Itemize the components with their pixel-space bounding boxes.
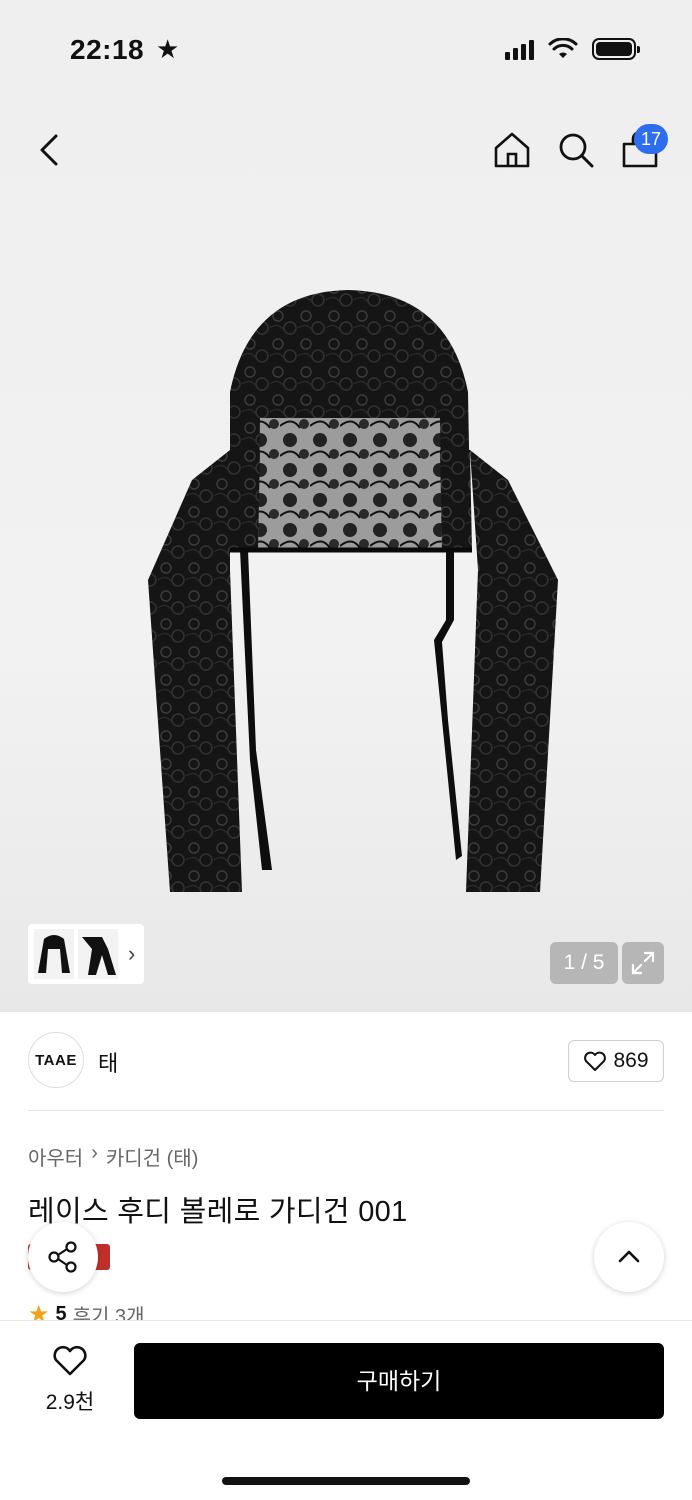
home-icon[interactable]: [492, 130, 532, 170]
status-time: 22:18: [70, 34, 145, 65]
wifi-icon: [548, 38, 578, 58]
gallery-page-counter: 1 / 5: [550, 942, 618, 984]
cellular-signal-icon: [505, 38, 534, 60]
heart-icon: [584, 1051, 607, 1071]
buy-button[interactable]: 구매하기: [134, 1343, 664, 1419]
brand-row[interactable]: TAAE 태 869: [0, 1012, 692, 1112]
share-icon: [48, 1241, 77, 1273]
brand-like-button[interactable]: 869: [568, 1040, 664, 1082]
thumbnail-image[interactable]: [34, 929, 74, 979]
product-image-gallery[interactable]: 17 › 1 / 5: [0, 100, 692, 1012]
thumbnail-next-icon[interactable]: ›: [128, 941, 135, 967]
brand-name[interactable]: 태: [98, 1046, 118, 1078]
back-icon[interactable]: [30, 130, 70, 170]
divider: [28, 1110, 664, 1111]
product-image: [148, 290, 558, 892]
thumbnail-strip[interactable]: ›: [28, 924, 144, 984]
breadcrumb-category[interactable]: 아우터: [28, 1142, 83, 1171]
scroll-to-top-button[interactable]: [594, 1222, 664, 1292]
expand-icon: [631, 951, 655, 975]
search-icon[interactable]: [556, 130, 596, 170]
brand-logo[interactable]: TAAE: [28, 1032, 84, 1088]
share-button[interactable]: [28, 1222, 98, 1292]
status-bar: 22:18 ★: [0, 0, 692, 100]
battery-icon: [592, 38, 640, 60]
brand-like-count: 869: [613, 1049, 649, 1072]
wishlist-count: 2.9천: [45, 1391, 95, 1414]
cart-count-badge: 17: [634, 124, 668, 154]
status-icons: [505, 38, 640, 60]
thumbnail-image[interactable]: [78, 929, 118, 979]
bottom-purchase-bar: 2.9천 구매하기: [0, 1320, 692, 1500]
home-indicator[interactable]: [222, 1477, 470, 1485]
breadcrumb[interactable]: 아우터 › 카디건 (태): [28, 1142, 198, 1171]
breadcrumb-separator: ›: [91, 1142, 98, 1164]
breadcrumb-subcategory[interactable]: 카디건 (태): [106, 1142, 198, 1171]
product-title: 레이스 후디 볼레로 가디건 001: [28, 1196, 408, 1228]
expand-image-button[interactable]: [622, 942, 664, 984]
status-star-icon: ★: [156, 34, 180, 64]
heart-icon: [53, 1345, 87, 1376]
chevron-up-icon: [618, 1250, 640, 1263]
wishlist-button[interactable]: 2.9천: [30, 1345, 110, 1416]
